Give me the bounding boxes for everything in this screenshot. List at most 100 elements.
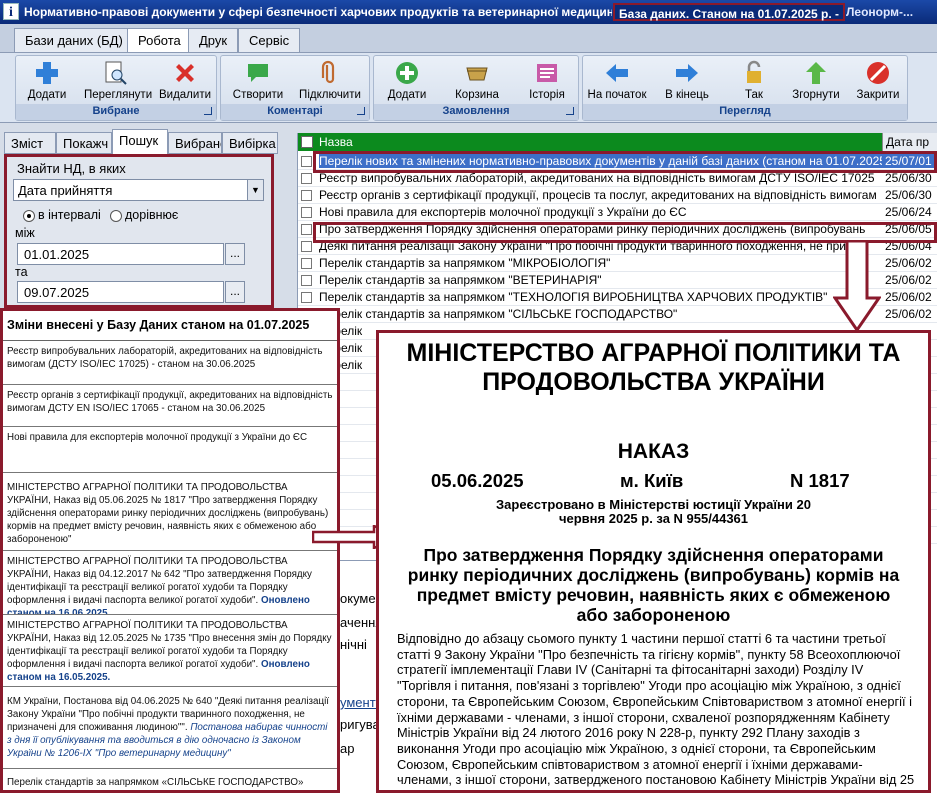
row-checkbox[interactable] — [301, 173, 312, 184]
cart-icon — [466, 67, 488, 81]
collapse-button[interactable]: Згорнути — [785, 58, 847, 101]
tab-databases[interactable]: Бази даних (БД) — [14, 28, 134, 52]
database-state: База даних. Станом на 01.07.2025 р. - — [613, 3, 846, 21]
group-favorites-label: Вибране — [16, 104, 216, 120]
list-item-text: Нові правила для експортерів молочної пр… — [7, 432, 308, 443]
list-item[interactable]: МІНІСТЕРСТВО АГРАРНОЇ ПОЛІТИКИ ТА ПРОДОВ… — [3, 551, 337, 615]
favorites-delete-button[interactable]: Видалити — [154, 58, 216, 101]
tab-index[interactable]: Покажч — [56, 132, 112, 154]
tab-search[interactable]: Пошук — [112, 129, 168, 154]
column-date-header[interactable]: Дата пр — [882, 133, 937, 151]
tab-selection[interactable]: Вибірка — [222, 132, 278, 154]
document-title-text: Про затвердження Порядку здійснення опер… — [407, 545, 900, 625]
list-item[interactable]: Реєстр органів з сертифікації продукції,… — [3, 385, 337, 427]
row-checkbox[interactable] — [301, 241, 312, 252]
tab-favorites[interactable]: Вибране — [168, 132, 222, 154]
orders-add-button[interactable]: Додати — [376, 58, 438, 101]
radio-equal[interactable] — [110, 210, 122, 222]
favorites-add-button[interactable]: Додати — [16, 58, 78, 101]
orders-add-label: Додати — [387, 89, 427, 101]
grid-header: Назва Дата пр — [298, 133, 937, 151]
document-ministry: МІНІСТЕРСТВО АГРАРНОЇ ПОЛІТИКИ ТА ПРОДОВ… — [379, 339, 928, 397]
row-checkbox[interactable] — [301, 224, 312, 235]
row-date: 25/06/02 — [885, 273, 932, 287]
list-item[interactable]: Реєстр випробувальних лабораторій, акред… — [3, 341, 337, 385]
group-comments-title: Коментарі — [267, 105, 323, 117]
date-to-input[interactable]: 09.07.2025 — [17, 281, 224, 303]
row-date: 25/06/02 — [885, 307, 932, 321]
row-checkbox[interactable] — [301, 156, 312, 167]
menu-tab-bar: Бази даних (БД) Робота Друк Сервіс — [0, 24, 937, 53]
list-item-text: МІНІСТЕРСТВО АГРАРНОЇ ПОЛІТИКИ ТА ПРОДОВ… — [7, 482, 329, 545]
list-item[interactable]: Перелік стандартів за напрямком «СІЛЬСЬК… — [3, 769, 337, 790]
row-checkbox[interactable] — [301, 292, 312, 303]
document-title: Про затвердження Порядку здійснення опер… — [379, 545, 928, 625]
yes-button[interactable]: Так — [723, 58, 785, 101]
comments-attach-button[interactable]: Підключити — [299, 58, 361, 101]
favorites-view-button[interactable]: Переглянути — [84, 58, 152, 101]
close-icon — [867, 62, 889, 84]
table-row[interactable]: Реєстр органів з сертифікації продукції,… — [298, 187, 937, 204]
row-name: Перелік стандартів за напрямком "ТЕХНОЛО… — [319, 290, 828, 304]
tab-print[interactable]: Друк — [188, 28, 239, 52]
search-field-select[interactable]: Дата прийняття ▼ — [13, 179, 264, 201]
row-date: 25/06/02 — [885, 290, 932, 304]
background-fragment: нічні — [340, 637, 367, 652]
date-from-picker-button[interactable]: ... — [225, 243, 245, 265]
favorites-view-label: Переглянути — [84, 89, 153, 101]
highlight-first-row — [313, 151, 937, 173]
orders-expand-icon[interactable] — [566, 107, 574, 115]
date-to-picker-button[interactable]: ... — [225, 281, 245, 303]
find-label: Знайти НД, в яких — [17, 161, 126, 176]
favorites-add-label: Додати — [27, 89, 67, 101]
collapse-label: Згорнути — [792, 89, 840, 101]
tab-contents[interactable]: Зміст — [4, 132, 56, 154]
close-button[interactable]: Закрити — [847, 58, 909, 101]
comments-create-label: Створити — [232, 89, 284, 101]
row-date: 25/06/02 — [885, 256, 932, 270]
row-date: 25/06/24 — [885, 205, 932, 219]
go-start-button[interactable]: На початок — [586, 58, 648, 101]
list-item[interactable]: Нові правила для експортерів молочної пр… — [3, 427, 337, 473]
group-orders: Додати Корзина Історія Замовлення — [373, 55, 579, 121]
background-detail-pane: окумен ачення нічні ументи ригува ар — [340, 560, 378, 793]
row-checkbox[interactable] — [301, 258, 312, 269]
delete-icon — [176, 64, 194, 82]
select-all-checkbox[interactable] — [301, 136, 313, 148]
comments-create-button[interactable]: Створити — [227, 58, 289, 101]
comments-expand-icon[interactable] — [357, 107, 365, 115]
list-item[interactable]: КМ України, Постанова від 04.06.2025 № 6… — [3, 687, 337, 769]
list-item[interactable]: МІНІСТЕРСТВО АГРАРНОЇ ПОЛІТИКИ ТА ПРОДОВ… — [3, 473, 337, 551]
chevron-down-icon[interactable]: ▼ — [247, 180, 263, 200]
close-label: Закрити — [856, 89, 900, 101]
document-date: 05.06.2025 — [431, 470, 524, 491]
row-name: Реєстр органів з сертифікації продукції,… — [319, 188, 877, 202]
table-row[interactable]: Нові правила для експортерів молочної пр… — [298, 204, 937, 221]
row-checkbox[interactable] — [301, 275, 312, 286]
column-name-header[interactable]: Назва — [319, 135, 353, 149]
arrow-down-callout-icon — [833, 240, 881, 332]
background-link[interactable]: ументи — [340, 695, 378, 710]
row-checkbox[interactable] — [301, 207, 312, 218]
list-item-text: Реєстр випробувальних лабораторій, акред… — [7, 346, 323, 370]
date-from-input[interactable]: 01.01.2025 — [17, 243, 224, 265]
group-comments-label: Коментарі — [221, 104, 369, 120]
orders-cart-button[interactable]: Корзина — [446, 58, 508, 101]
list-item[interactable]: МІНІСТЕРСТВО АГРАРНОЇ ПОЛІТИКИ ТА ПРОДОВ… — [3, 615, 337, 687]
group-view-label: Перегляд — [583, 104, 907, 120]
tab-work[interactable]: Робота — [127, 28, 192, 53]
favorites-expand-icon[interactable] — [204, 107, 212, 115]
radio-interval[interactable] — [23, 210, 35, 222]
row-checkbox[interactable] — [301, 190, 312, 201]
tab-service[interactable]: Сервіс — [238, 28, 301, 52]
lock-icon — [747, 60, 761, 83]
changes-title: Зміни внесені у Базу Даних станом на 01.… — [3, 311, 337, 341]
list-item-text: Перелік стандартів за напрямком «СІЛЬСЬК… — [7, 777, 304, 788]
title-bar: i Нормативно-правові документи у сфері б… — [0, 0, 937, 24]
background-fragment: ачення — [340, 615, 378, 630]
go-end-button[interactable]: В кінець — [656, 58, 718, 101]
to-label: та — [15, 265, 28, 279]
history-icon — [537, 64, 557, 82]
favorites-delete-label: Видалити — [158, 89, 212, 101]
orders-history-button[interactable]: Історія — [516, 58, 578, 101]
